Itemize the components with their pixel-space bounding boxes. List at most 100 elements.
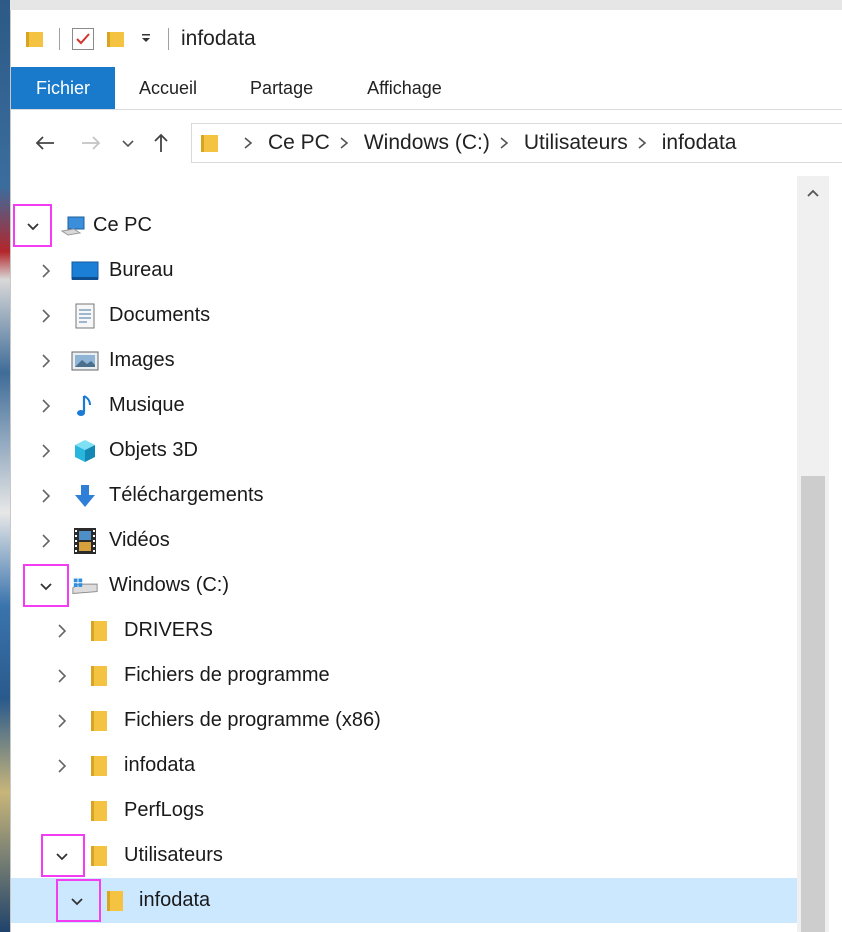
breadcrumb-ce-pc[interactable]: Ce PC xyxy=(268,131,330,155)
tree-item-label: Images xyxy=(109,349,175,371)
customize-toolbar-dropdown-icon[interactable] xyxy=(140,32,152,46)
tree-item-perflogs[interactable]: PerfLogs xyxy=(11,788,797,833)
desktop-background xyxy=(0,0,10,932)
tree-item-utilisateurs[interactable]: Utilisateurs xyxy=(11,833,797,878)
navigation-bar: Ce PC Windows (C:) Utilisateurs infodata xyxy=(11,110,842,176)
tree-item-label: Documents xyxy=(109,304,211,326)
tree-item-label: Objets 3D xyxy=(109,439,198,461)
title-bar: infodata xyxy=(11,10,842,68)
chevron-right-icon[interactable] xyxy=(338,136,352,150)
chevron-right-icon[interactable] xyxy=(33,303,59,329)
chevron-right-icon[interactable] xyxy=(33,258,59,284)
tree-item-label: Ce PC xyxy=(93,214,152,236)
folder-icon xyxy=(85,617,113,645)
new-folder-icon[interactable] xyxy=(106,29,126,49)
tab-partage[interactable]: Partage xyxy=(223,67,340,109)
arrow-up-icon xyxy=(154,133,168,152)
tab-fichier[interactable]: Fichier xyxy=(11,67,116,109)
tree-item-videos[interactable]: Vidéos xyxy=(11,518,797,563)
chevron-right-icon[interactable] xyxy=(49,663,75,689)
chevron-right-icon[interactable] xyxy=(498,136,512,150)
tree-item-label: Musique xyxy=(109,394,185,416)
folder-icon[interactable] xyxy=(25,29,45,49)
tree-item-label: infodata xyxy=(124,754,196,776)
tree-item-windows-c[interactable]: Windows (C:) xyxy=(11,563,797,608)
pictures-icon xyxy=(71,347,99,375)
folder-icon xyxy=(85,662,113,690)
breadcrumb-infodata[interactable]: infodata xyxy=(662,131,737,155)
address-bar[interactable]: Ce PC Windows (C:) Utilisateurs infodata xyxy=(191,123,842,163)
tab-accueil[interactable]: Accueil xyxy=(115,67,223,109)
tree-item-label: infodata xyxy=(139,889,211,911)
tree-item-documents[interactable]: Documents xyxy=(11,293,797,338)
chevron-down-icon xyxy=(122,140,134,148)
tree-item-telechargements[interactable]: Téléchargements xyxy=(11,473,797,518)
folder-icon xyxy=(85,707,113,735)
forward-button[interactable] xyxy=(71,123,111,163)
chevron-down-icon[interactable] xyxy=(49,843,75,869)
tree-item-label: DRIVERS xyxy=(124,619,213,641)
tree-item-label: Vidéos xyxy=(109,529,170,551)
chevron-right-icon[interactable] xyxy=(33,438,59,464)
tree-item-drivers[interactable]: DRIVERS xyxy=(11,608,797,653)
tree-item-fichiers-de-programme-x86[interactable]: Fichiers de programme (x86) xyxy=(11,698,797,743)
folder-icon xyxy=(85,842,113,870)
properties-checkbox-icon[interactable] xyxy=(72,28,94,50)
cube-3d-icon xyxy=(71,437,99,465)
arrow-left-icon xyxy=(35,136,54,150)
tree-item-infodata-selected[interactable]: infodata xyxy=(11,878,797,923)
tab-affichage[interactable]: Affichage xyxy=(340,67,469,109)
tree-item-fichiers-de-programme[interactable]: Fichiers de programme xyxy=(11,653,797,698)
scrollbar-thumb[interactable] xyxy=(801,476,825,932)
tree-item-label: Bureau xyxy=(109,259,174,281)
tree-item-ce-pc[interactable]: Ce PC xyxy=(11,203,797,248)
computer-icon xyxy=(59,212,87,240)
toolbar-separator xyxy=(59,28,60,50)
tree-item-label: Windows (C:) xyxy=(109,574,230,596)
chevron-right-icon[interactable] xyxy=(636,136,650,150)
chevron-right-icon[interactable] xyxy=(33,483,59,509)
tree-item-infodata[interactable]: infodata xyxy=(11,743,797,788)
film-strip-icon xyxy=(71,527,99,555)
chevron-right-icon[interactable] xyxy=(33,348,59,374)
document-icon xyxy=(71,302,99,330)
tree-item-musique[interactable]: Musique xyxy=(11,383,797,428)
chevron-down-icon[interactable] xyxy=(64,888,90,914)
recent-locations-button[interactable] xyxy=(113,123,143,163)
chevron-right-icon[interactable] xyxy=(49,618,75,644)
drive-icon xyxy=(71,572,99,600)
tree-item-label: Utilisateurs xyxy=(124,844,223,866)
ribbon-tabs: Fichier Accueil Partage Affichage xyxy=(11,67,842,110)
music-note-icon xyxy=(71,392,99,420)
tree-item-objets-3d[interactable]: Objets 3D xyxy=(11,428,797,473)
chevron-right-icon[interactable] xyxy=(49,708,75,734)
tree-item-partial[interactable] xyxy=(11,923,797,932)
desktop-icon xyxy=(71,257,99,285)
chevron-down-icon[interactable] xyxy=(33,573,59,599)
breadcrumb-utilisateurs[interactable]: Utilisateurs xyxy=(524,131,628,155)
tree-item-label: Fichiers de programme xyxy=(124,664,330,686)
tree-item-label: PerfLogs xyxy=(124,799,205,821)
scroll-up-button[interactable] xyxy=(797,176,829,210)
navigation-pane: Ce PC Bureau Documents Images Musique Ob… xyxy=(11,176,797,932)
chevron-right-icon[interactable] xyxy=(33,393,59,419)
file-explorer-window: infodata Fichier Accueil Partage Afficha… xyxy=(10,10,842,932)
toolbar-separator xyxy=(168,28,169,50)
chevron-right-icon[interactable] xyxy=(33,528,59,554)
up-button[interactable] xyxy=(143,123,179,163)
chevron-right-icon[interactable] xyxy=(49,753,75,779)
tree-item-label: Fichiers de programme (x86) xyxy=(124,709,381,731)
back-button[interactable] xyxy=(25,123,65,163)
download-arrow-icon xyxy=(71,482,99,510)
desktop-top-edge xyxy=(0,0,842,10)
tree-item-label: Téléchargements xyxy=(109,484,264,506)
window-title: infodata xyxy=(181,27,256,50)
tree-item-images[interactable]: Images xyxy=(11,338,797,383)
vertical-scrollbar[interactable] xyxy=(797,176,829,932)
chevron-down-icon[interactable] xyxy=(20,213,46,239)
breadcrumb-windows-c[interactable]: Windows (C:) xyxy=(364,131,490,155)
tree-item-bureau[interactable]: Bureau xyxy=(11,248,797,293)
folder-icon xyxy=(101,887,129,915)
chevron-right-icon[interactable] xyxy=(242,136,256,150)
folder-icon xyxy=(85,752,113,780)
